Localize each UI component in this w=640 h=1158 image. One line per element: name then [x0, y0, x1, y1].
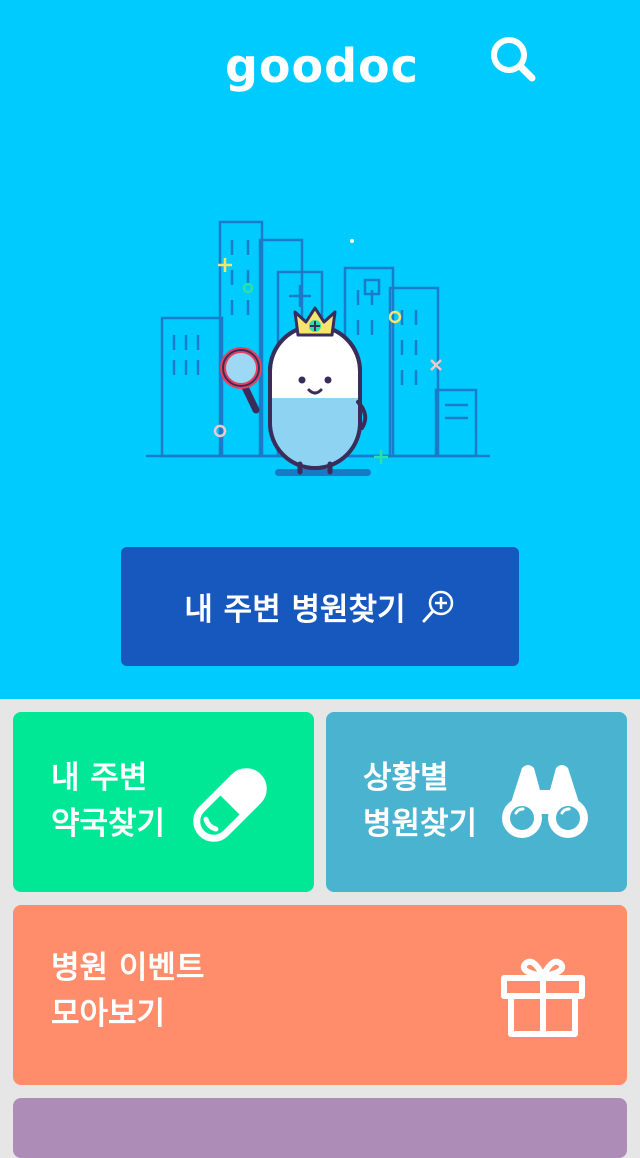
search-button[interactable]: [484, 30, 544, 90]
search-icon: [491, 37, 536, 82]
pharmacy-tile-line2: 약국찾기: [51, 806, 166, 842]
find-nearby-hospital-button[interactable]: 내 주변 병원찾기: [121, 547, 519, 666]
find-hospital-by-situation-tile[interactable]: 상황별 병원찾기: [326, 712, 627, 892]
find-nearby-hospital-label: 내 주변 병원찾기: [184, 592, 406, 628]
events-tile-label: 병원 이벤트 모아보기: [51, 945, 204, 1037]
pharmacy-tile-line1: 내 주변: [51, 760, 148, 796]
app-logo: goodoc: [225, 39, 419, 93]
more-menu-tile[interactable]: [13, 1098, 627, 1158]
events-tile-line1: 병원 이벤트: [51, 950, 205, 986]
hero-section: goodoc 내 주변 병원찾기: [0, 0, 640, 699]
binoculars-icon: [502, 765, 588, 838]
situation-tile-line1: 상황별: [363, 760, 449, 796]
events-tile-line2: 모아보기: [51, 996, 166, 1032]
situation-tile-line2: 병원찾기: [363, 806, 478, 842]
gift-icon: [501, 958, 585, 1037]
situation-tile-label: 상황별 병원찾기: [363, 755, 477, 847]
pill-mascot-city-illustration: [146, 220, 490, 476]
pill-icon: [193, 768, 267, 842]
find-nearby-pharmacy-tile[interactable]: 내 주변 약국찾기: [13, 712, 314, 892]
magnifier-plus-icon: [422, 590, 453, 622]
hospital-events-tile[interactable]: 병원 이벤트 모아보기: [13, 905, 627, 1085]
pharmacy-tile-label: 내 주변 약국찾기: [51, 755, 165, 847]
